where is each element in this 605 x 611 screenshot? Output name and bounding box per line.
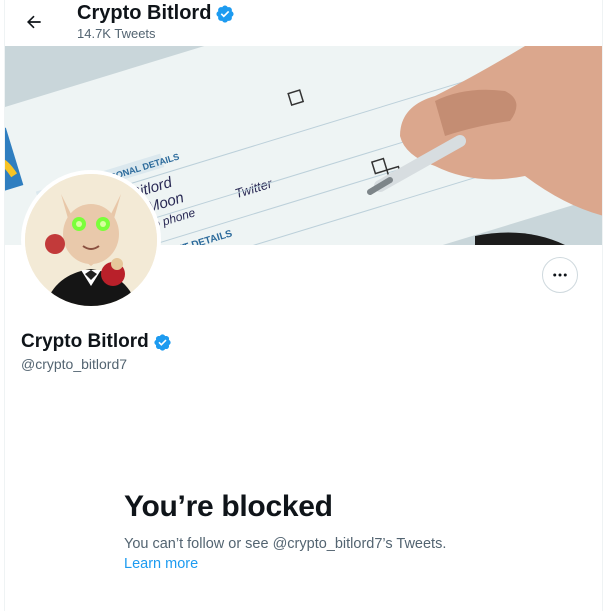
avatar-image <box>25 174 157 306</box>
header-name-row: Crypto Bitlord <box>77 2 235 25</box>
blocked-title: You’re blocked <box>124 490 333 523</box>
more-horizontal-icon <box>553 273 567 277</box>
profile-page: Crypto Bitlord 14.7K Tweets SECTION 1: P… <box>4 0 603 611</box>
header-name: Crypto Bitlord <box>77 2 212 24</box>
profile-name-row: Crypto Bitlord <box>21 331 172 353</box>
profile-handle: @crypto_bitlord7 <box>21 356 128 372</box>
learn-more-link[interactable]: Learn more <box>124 556 198 572</box>
profile-name: Crypto Bitlord <box>21 331 149 352</box>
arrow-left-icon <box>27 15 41 29</box>
verified-badge-icon <box>216 4 234 23</box>
verified-badge-icon <box>154 333 171 351</box>
more-options-button[interactable] <box>542 257 578 293</box>
blocked-description: You can’t follow or see @crypto_bitlord7… <box>124 536 447 552</box>
avatar[interactable] <box>21 170 161 310</box>
tweet-count: 14.7K Tweets <box>77 26 156 41</box>
top-bar: Crypto Bitlord 14.7K Tweets <box>5 0 602 46</box>
back-button[interactable] <box>17 5 51 39</box>
